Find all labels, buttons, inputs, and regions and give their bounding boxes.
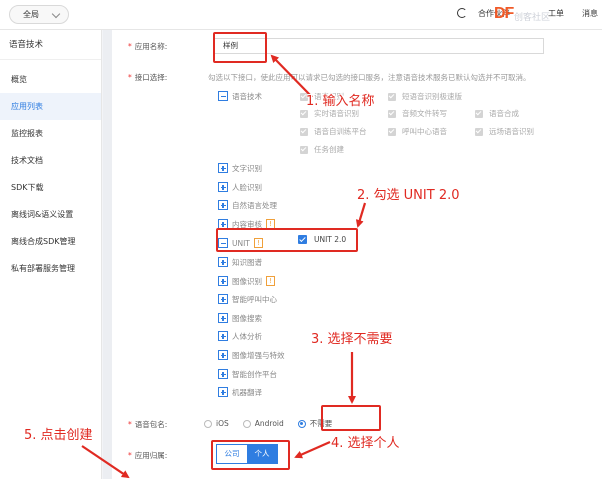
chevron-down-icon: [51, 9, 61, 19]
annotation-step5: 5. 点击创建: [24, 428, 93, 443]
radio-android[interactable]: Android: [242, 419, 284, 428]
expand-icon[interactable]: [218, 182, 228, 192]
app-name-label: * 应用名称:: [128, 42, 168, 51]
api-hint: 勾选以下接口，使此应用可以请求已勾选的接口服务，注意语音技术服务已默认勾选并不可…: [208, 73, 531, 82]
expand-icon[interactable]: [218, 350, 228, 360]
sidebar: 语音技术 概览 应用列表 监控报表 技术文档 SDK下载 离线词&语义设置 离线…: [0, 30, 102, 479]
speech-sub-1[interactable]: 短语音识别极速版: [388, 91, 462, 102]
annotation-step2: 2. 勾选 UNIT 2.0: [357, 188, 460, 203]
expand-icon[interactable]: [218, 369, 228, 379]
expand-icon[interactable]: [218, 313, 228, 323]
annotation-step4: 4. 选择个人: [331, 436, 400, 451]
expand-icon[interactable]: [218, 387, 228, 397]
collapse-icon[interactable]: [218, 91, 228, 101]
watermark-text: 创客社区: [514, 13, 551, 23]
annotation-step1: 1. 输入名称: [306, 94, 375, 109]
sidebar-item-offline-words[interactable]: 离线词&语义设置: [0, 201, 101, 228]
warning-icon: !: [266, 276, 275, 286]
annotation-box-personal: [211, 440, 290, 470]
checkbox-icon: [300, 145, 308, 154]
speech-sub-4[interactable]: 语音合成: [475, 108, 519, 119]
package-label: * 语音包名:: [128, 420, 168, 429]
group-ocr[interactable]: 文字识别: [218, 162, 262, 174]
sidebar-item-private-deploy[interactable]: 私有部署服务管理: [0, 255, 101, 282]
sidebar-item-docs[interactable]: 技术文档: [0, 147, 101, 174]
expand-icon[interactable]: [218, 276, 228, 286]
sidebar-item-app-list[interactable]: 应用列表: [0, 93, 101, 120]
checkbox-icon: [300, 109, 308, 118]
message-link[interactable]: 消息: [582, 8, 598, 19]
checkbox-icon: [388, 127, 396, 136]
checkbox-icon: [475, 127, 483, 136]
expand-icon[interactable]: [218, 163, 228, 173]
scope-select[interactable]: 全局: [9, 5, 69, 24]
scope-select-value: 全局: [23, 10, 39, 19]
expand-icon[interactable]: [218, 200, 228, 210]
checkbox-icon: [388, 109, 396, 118]
top-bar: 全局 合作伙伴 工单 消息 DF 创客社区: [0, 0, 602, 30]
expand-icon[interactable]: [218, 331, 228, 341]
api-select-label: * 接口选择:: [128, 73, 168, 82]
speech-sub-5[interactable]: 语音自训练平台: [300, 126, 367, 137]
owner-label: * 应用归属:: [128, 451, 168, 460]
group-machine-translation[interactable]: 机器翻译: [218, 386, 262, 398]
annotation-step3: 3. 选择不需要: [311, 332, 393, 347]
group-body-analysis[interactable]: 人体分析: [218, 330, 262, 342]
sidebar-item-overview[interactable]: 概览: [0, 66, 101, 93]
speech-sub-2[interactable]: 实时语音识别: [300, 108, 359, 119]
group-nlp[interactable]: 自然语言处理: [218, 199, 277, 211]
df-logo: DF: [494, 5, 514, 22]
sidebar-item-offline-tts-sdk[interactable]: 离线合成SDK管理: [0, 228, 101, 255]
group-speech[interactable]: 语音技术: [218, 90, 262, 102]
group-image-recognition[interactable]: 图像识别!: [218, 275, 275, 287]
speech-sub-7[interactable]: 远场语音识别: [475, 126, 534, 137]
group-call-center[interactable]: 智能呼叫中心: [218, 293, 277, 305]
group-face[interactable]: 人脸识别: [218, 181, 262, 193]
group-knowledge-graph[interactable]: 知识图谱: [218, 256, 262, 268]
expand-icon[interactable]: [218, 257, 228, 267]
checkbox-icon: [475, 109, 483, 118]
speech-sub-6[interactable]: 呼叫中心语音: [388, 126, 447, 137]
speech-sub-3[interactable]: 音频文件转写: [388, 108, 447, 119]
annotation-box-name: [213, 32, 267, 63]
gutter: [103, 30, 112, 479]
group-image-search[interactable]: 图像搜索: [218, 312, 262, 324]
annotation-box-unit: [216, 228, 358, 252]
ticket-link[interactable]: 工单: [548, 8, 564, 19]
radio-ios[interactable]: iOS: [204, 419, 229, 428]
sidebar-item-monitor[interactable]: 监控报表: [0, 120, 101, 147]
annotation-box-not-needed: [321, 405, 381, 431]
group-creation-platform[interactable]: 智能创作平台: [218, 368, 277, 380]
speech-sub-8[interactable]: 任务创建: [300, 144, 344, 155]
checkbox-icon: [388, 92, 396, 101]
checkbox-icon: [300, 127, 308, 136]
sidebar-item-sdk-download[interactable]: SDK下载: [0, 174, 101, 201]
expand-icon[interactable]: [218, 294, 228, 304]
group-image-enhance[interactable]: 图像增强与特效: [218, 349, 285, 361]
sidebar-title: 语音技术: [0, 30, 101, 60]
refresh-icon[interactable]: [457, 8, 467, 18]
